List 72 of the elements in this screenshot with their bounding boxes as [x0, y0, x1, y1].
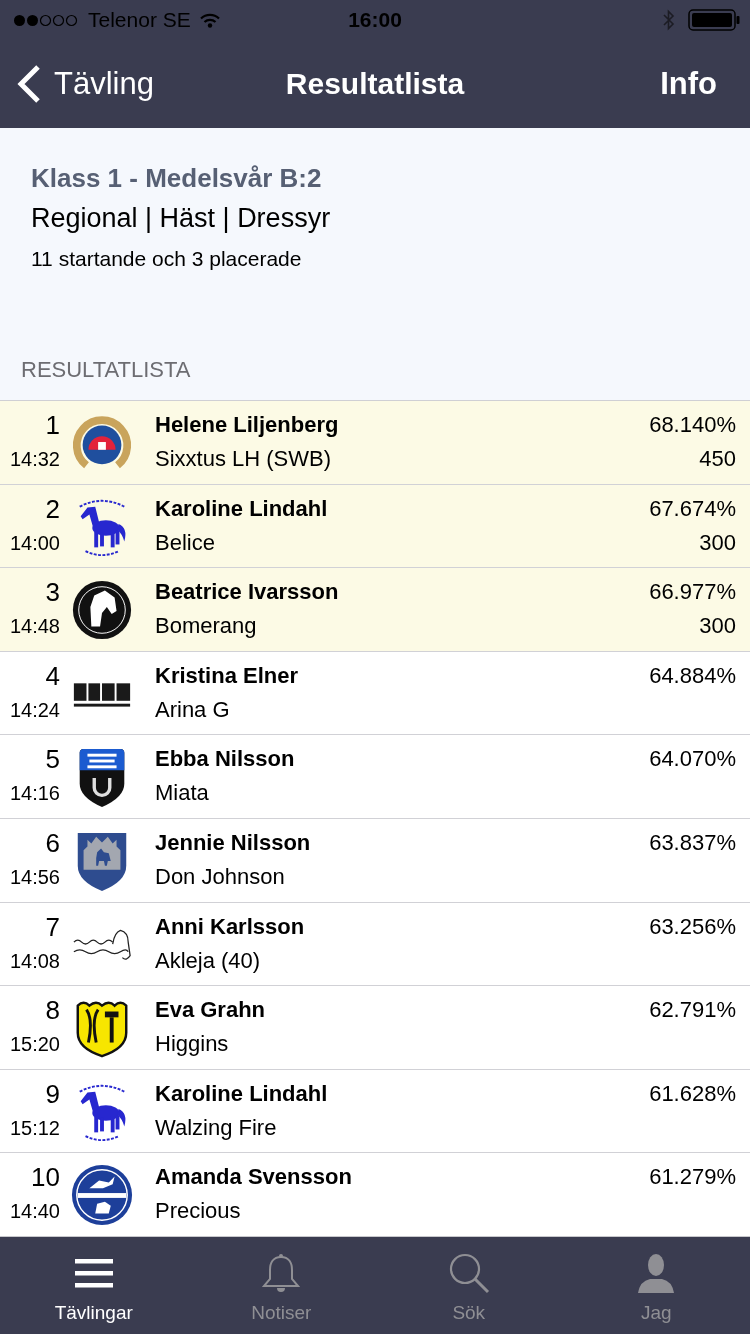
score-percent: 63.256%: [649, 912, 736, 941]
start-time: 14:08: [9, 948, 60, 974]
rank-number: 4: [45, 659, 60, 693]
start-time: 14:24: [9, 697, 60, 723]
score-percent: 61.279%: [649, 1163, 736, 1192]
start-time: 14:32: [9, 447, 60, 472]
rank-number: 9: [45, 1077, 60, 1111]
score-percent: 64.884%: [649, 661, 736, 690]
round-badge-logo-icon: [70, 1163, 134, 1228]
result-row[interactable]: 1 14:32 Helene Liljenberg Sixxtus LH (SWB) 68.140% 450: [0, 401, 750, 485]
rank-number: 8: [45, 994, 60, 1028]
score-percent: 66.977%: [649, 578, 736, 607]
rank-number: 5: [45, 743, 60, 777]
carrier-name: Telenor SE: [88, 8, 191, 32]
start-time: 14:16: [9, 781, 60, 807]
rider-name: Anni Karlsson: [155, 912, 305, 941]
horse-name: Miata: [155, 779, 209, 808]
horse-name: Don Johnson: [155, 862, 285, 891]
horse-name: Sixxtus LH (SWB): [155, 445, 332, 473]
class-summary: 11 startande och 3 placerade: [31, 246, 303, 272]
wifi-icon: [198, 12, 221, 28]
start-time: 14:56: [9, 864, 60, 890]
screen-title: Resultatlista: [285, 67, 465, 101]
prize-points: 300: [699, 528, 736, 557]
rider-name: Amanda Svensson: [155, 1163, 352, 1192]
rider-name: Kristina Elner: [155, 661, 299, 690]
clock-time: 16:00: [348, 8, 402, 32]
rider-name: Beatrice Ivarsson: [155, 578, 339, 607]
rank-number: 10: [31, 1161, 60, 1195]
rider-name: Eva Grahn: [155, 996, 266, 1025]
rider-name: Jennie Nilsson: [155, 828, 311, 857]
result-row[interactable]: 3 14:48 Beatrice Ivarsson Bomerang 66.977% 300: [0, 568, 750, 652]
rank-number: 7: [45, 910, 60, 944]
result-row[interactable]: 2 14:00 Karoline Lindahl Belice 67.674% 300: [0, 484, 750, 569]
prize-points: 300: [699, 612, 736, 641]
score-percent: 67.674%: [649, 494, 736, 523]
start-time: 14:40: [9, 1199, 60, 1225]
rank-number: 1: [45, 409, 60, 442]
start-time: 14:48: [9, 614, 60, 640]
horse-name: Arina G: [155, 695, 230, 724]
signal-icon: [12, 13, 80, 27]
start-time: 14:00: [9, 530, 60, 556]
prize-points: 450: [699, 445, 736, 473]
score-percent: 61.628%: [649, 1079, 736, 1108]
score-percent: 62.791%: [649, 996, 736, 1025]
bluetooth-icon: [662, 8, 676, 32]
horse-name: Akleja (40): [155, 946, 261, 975]
rider-name: Ebba Nilsson: [155, 745, 295, 774]
horse-name: Precious: [155, 1197, 241, 1226]
tab-button[interactable]: Tävlingar: [0, 1237, 188, 1334]
back-button[interactable]: Tävling: [0, 64, 154, 104]
rank-number: 6: [45, 826, 60, 860]
score-percent: 63.837%: [649, 828, 736, 857]
start-time: 15:12: [9, 1115, 60, 1141]
section-header: RESULTATLISTA: [21, 356, 192, 384]
class-title: Klass 1 - Medelsvår B:2: [31, 162, 323, 195]
score-percent: 64.070%: [649, 745, 736, 774]
chevron-left-icon: [16, 64, 42, 104]
horse-name: Bomerang: [155, 612, 257, 641]
info-button[interactable]: Info: [660, 66, 717, 102]
rider-name: Helene Liljenberg: [155, 411, 339, 439]
rider-name: Karoline Lindahl: [155, 1079, 328, 1108]
rank-number: 2: [45, 492, 60, 526]
horse-name: Walzing Fire: [155, 1113, 277, 1142]
horse-name: Higgins: [155, 1030, 229, 1059]
start-time: 15:20: [9, 1032, 60, 1058]
rank-number: 3: [45, 576, 60, 610]
horse-name: Belice: [155, 528, 215, 557]
score-percent: 68.140%: [649, 411, 736, 439]
class-details: Regional | Häst | Dressyr: [31, 202, 332, 235]
battery-icon: [688, 9, 740, 31]
rider-name: Karoline Lindahl: [155, 494, 328, 523]
